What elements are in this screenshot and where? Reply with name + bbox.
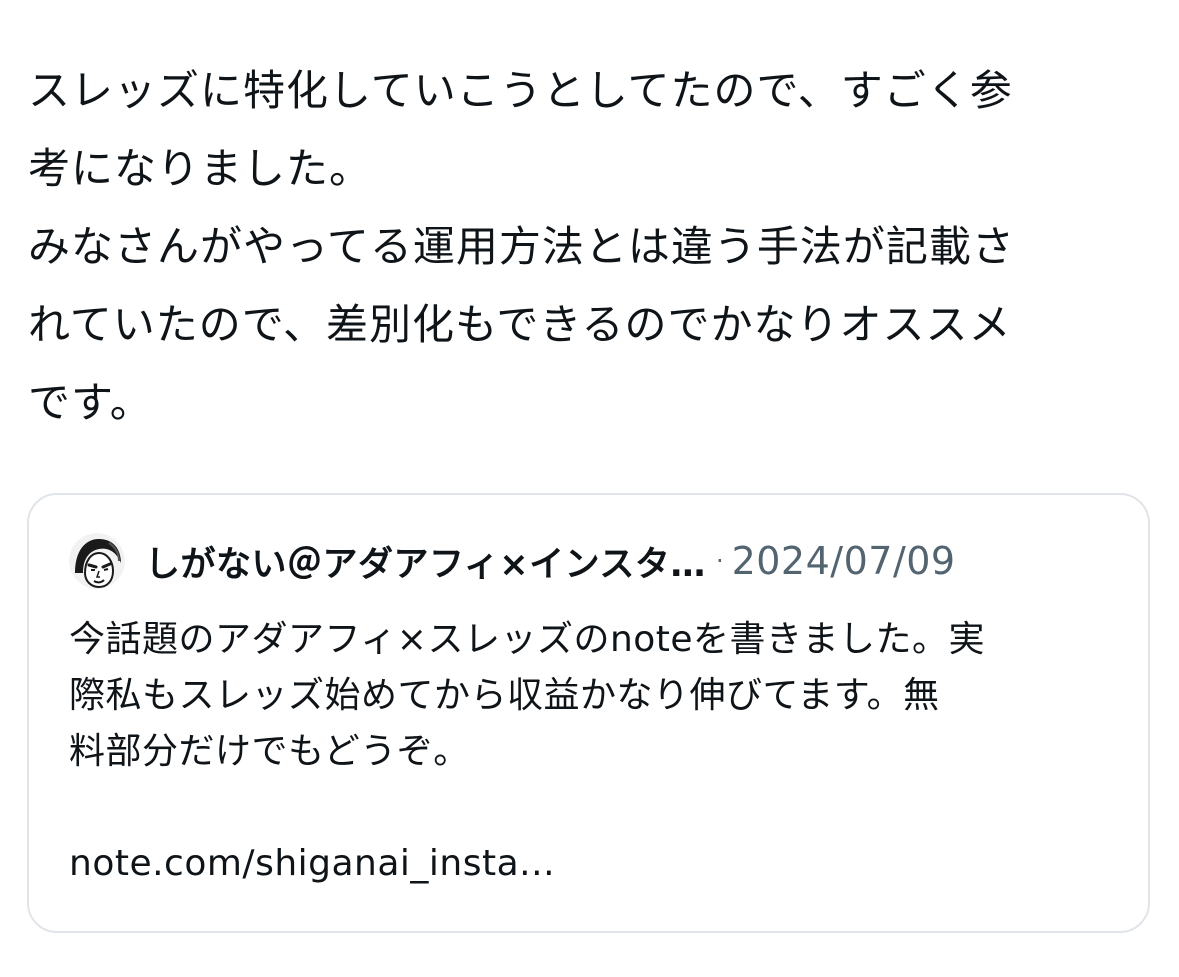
quoted-post-date[interactable]: 2024/07/09 (732, 539, 956, 583)
quoted-post-link[interactable]: note.com/shiganai_insta... (69, 836, 1129, 892)
quoted-post-text: 今話題のアダアフィ×スレッズのnoteを書きました。実 際私もスレッズ始めてから… (69, 612, 1129, 892)
post-text-line-3: みなさんがやってる運用方法とは違う手法が記載さ (28, 222, 1015, 271)
quoted-author-name[interactable]: しがない＠アダアフィ×インスタ… (145, 536, 706, 587)
post-text: スレッズに特化していこうとしてたので、すごく参 考になりました。 みなさんがやっ… (28, 52, 1138, 442)
quoted-text-line-1: 今話題のアダアフィ×スレッズのnoteを書きました。実 (69, 619, 986, 660)
post-text-line-4: れていたので、差別化もできるのでかなりオススメ (28, 300, 1012, 349)
quoted-text-line-2: 際私もスレッズ始めてから収益かなり伸びてます。無 (69, 675, 940, 716)
avatar-illustration-icon[interactable] (69, 533, 125, 589)
quoted-post-card[interactable]: しがない＠アダアフィ×インスタ… · 2024/07/09 今話題のアダアフィ×… (27, 493, 1150, 933)
post-text-line-2: 考になりました。 (28, 144, 373, 193)
post-text-line-1: スレッズに特化していこうとしてたので、すごく参 (28, 66, 1013, 115)
quoted-post-header: しがない＠アダアフィ×インスタ… · 2024/07/09 (69, 531, 956, 591)
header-separator: · (715, 547, 724, 575)
quoted-text-line-3: 料部分だけでもどうぞ。 (69, 731, 470, 772)
post-text-line-5: です。 (28, 378, 153, 427)
